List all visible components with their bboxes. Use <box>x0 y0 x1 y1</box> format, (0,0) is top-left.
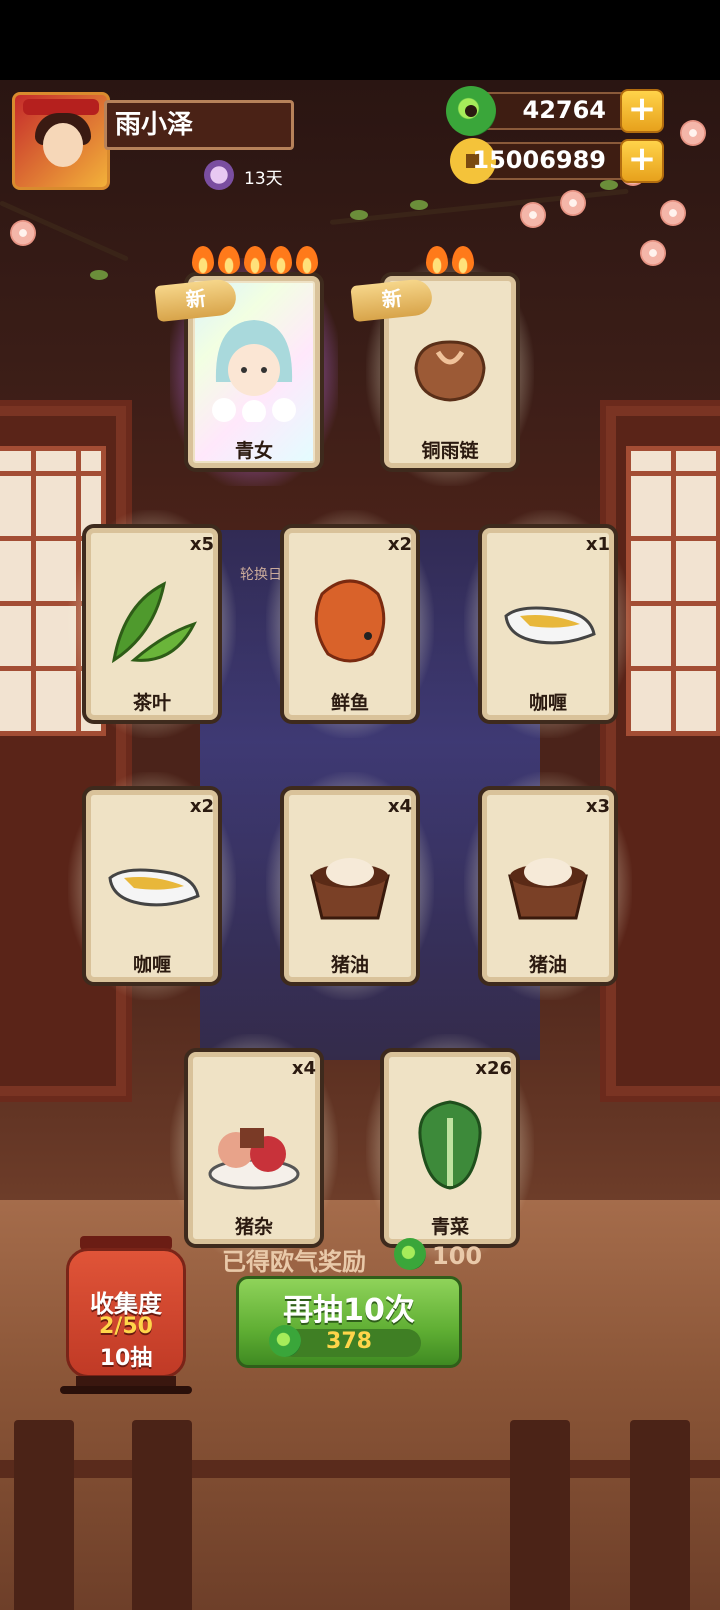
tea-leaf-icon <box>104 564 200 674</box>
card-name: 青菜 <box>430 1216 469 1238</box>
leaf <box>410 200 428 210</box>
card-pork-offal[interactable]: x4 猪杂 <box>170 1034 338 1262</box>
blossom <box>680 120 706 146</box>
blossom <box>640 240 666 266</box>
card-name: 茶叶 <box>132 692 171 714</box>
card-lard[interactable]: x3 猪油 <box>464 772 632 1000</box>
player-name: 雨小泽 <box>104 100 294 150</box>
purple-avatar-icon <box>204 160 234 190</box>
blossom <box>660 200 686 226</box>
card-name: 青女 <box>234 440 273 462</box>
flame-icon <box>244 246 266 274</box>
blossom <box>520 202 546 228</box>
coin-value: 15006989 <box>472 146 606 174</box>
card-name: 猪油 <box>330 954 369 976</box>
card-curry[interactable]: x2 咖喱 <box>68 772 236 1000</box>
card-name: 咖喱 <box>528 692 567 714</box>
railing-bar <box>0 1460 720 1478</box>
card-count: x26 <box>475 1058 512 1079</box>
leaf <box>90 270 108 280</box>
add-coin-button[interactable]: + <box>620 139 664 183</box>
blossom <box>10 220 36 246</box>
card-name: 猪油 <box>528 954 567 976</box>
lard-pot-icon <box>500 826 596 936</box>
card-count: x1 <box>585 534 610 555</box>
flame-icon <box>192 246 214 274</box>
card-count: x2 <box>189 796 214 817</box>
collection-progress: 2/50 <box>99 1314 153 1339</box>
coin-counter: 15006989 + <box>450 138 664 184</box>
qingnv-portrait-icon <box>206 312 302 424</box>
collection-lantern[interactable]: 收集度 2/50 10抽 <box>60 1236 192 1396</box>
railing-post <box>630 1420 690 1610</box>
pork-offal-plate-icon <box>206 1088 302 1198</box>
jade-counter: 42764 + <box>446 86 664 136</box>
reward-label: 已得欧气奖励 <box>222 1248 366 1276</box>
green-jade-icon <box>394 1238 426 1270</box>
card-tongyulian[interactable]: 铜雨链 新 <box>350 246 534 486</box>
flame-icon <box>296 246 318 274</box>
card-count: x4 <box>387 796 412 817</box>
card-count: x2 <box>387 534 412 555</box>
flame-icon <box>452 246 474 274</box>
leaf <box>350 210 368 220</box>
flame-icon <box>426 246 448 274</box>
reward-value: 100 <box>432 1242 483 1270</box>
curry-gravy-boat-icon <box>500 564 596 674</box>
card-fish[interactable]: x2 鲜鱼 <box>266 510 434 738</box>
draw-again-button[interactable]: 再抽10次 378 <box>236 1276 462 1368</box>
railing-post <box>132 1420 192 1610</box>
card-count: x3 <box>585 796 610 817</box>
card-count: x5 <box>189 534 214 555</box>
card-count: x4 <box>291 1058 316 1079</box>
lard-pot-icon <box>302 826 398 936</box>
card-greens[interactable]: x26 青菜 <box>366 1034 534 1262</box>
card-tea[interactable]: x5 茶叶 <box>68 510 236 738</box>
curry-gravy-boat-icon <box>104 826 200 936</box>
status-bar <box>0 0 720 80</box>
card-name: 铜雨链 <box>421 440 479 462</box>
card-name: 鲜鱼 <box>330 692 369 714</box>
leaf <box>600 180 618 190</box>
copper-rain-chain-icon <box>402 312 498 422</box>
flame-icon <box>218 246 240 274</box>
draw-button-label: 再抽10次 <box>283 1293 415 1328</box>
jade-value: 42764 <box>522 96 607 124</box>
add-jade-button[interactable]: + <box>620 89 664 133</box>
bok-choy-icon <box>402 1088 498 1198</box>
card-lard[interactable]: x4 猪油 <box>266 772 434 1000</box>
card-name: 猪杂 <box>234 1216 273 1238</box>
player-avatar[interactable] <box>12 92 110 190</box>
card-qingnv[interactable]: 青女 新 <box>154 246 338 486</box>
green-jade-icon <box>269 1325 301 1357</box>
railing-post <box>510 1420 570 1610</box>
green-jade-icon <box>446 86 496 136</box>
blossom <box>560 190 586 216</box>
railing-post <box>14 1420 74 1610</box>
days-count: 13天 <box>244 169 283 189</box>
flame-icon <box>270 246 292 274</box>
draw-cost: 378 <box>326 1329 372 1354</box>
fish-icon <box>302 564 398 674</box>
card-name: 咖喱 <box>132 954 171 976</box>
collection-draws: 10抽 <box>99 1346 153 1371</box>
card-curry[interactable]: x1 咖喱 <box>464 510 632 738</box>
